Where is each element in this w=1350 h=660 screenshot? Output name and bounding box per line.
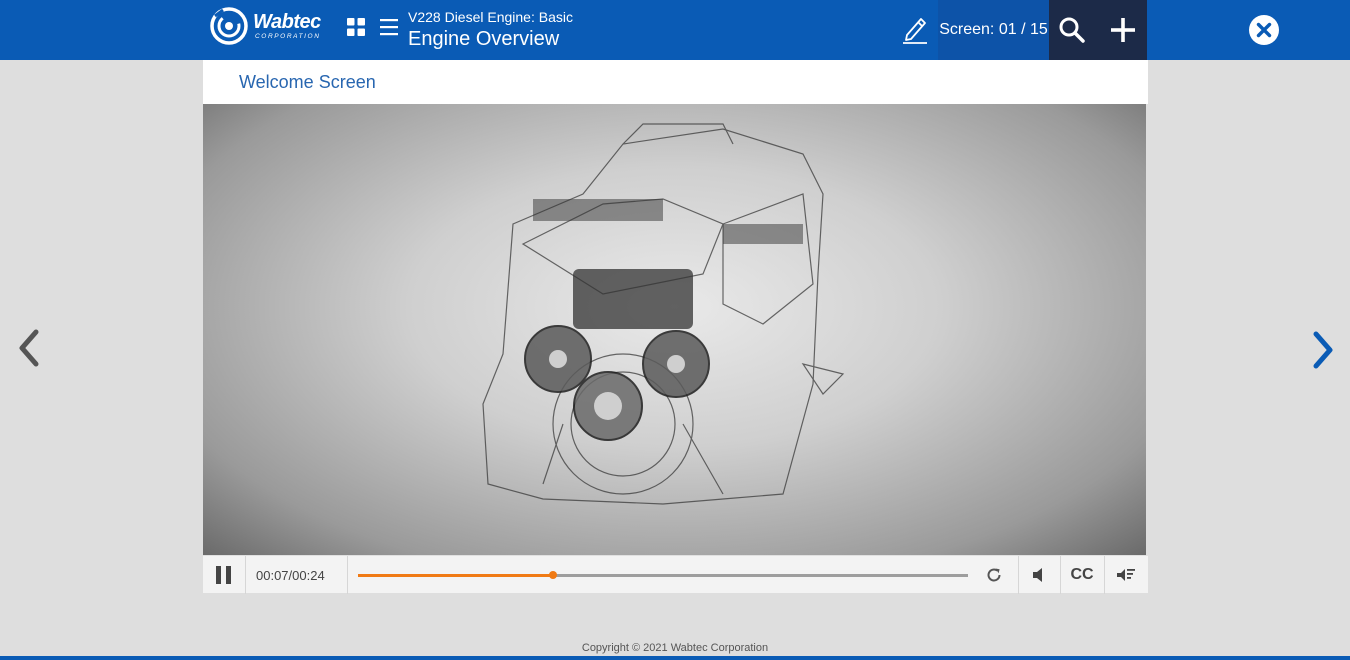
progress-bar[interactable] <box>358 571 968 579</box>
control-divider <box>245 556 246 594</box>
wabtec-logo-mark <box>210 7 248 45</box>
footer-bar <box>0 656 1350 660</box>
screen-title: Welcome Screen <box>239 72 376 92</box>
screen-header: Welcome Screen <box>203 60 1148 104</box>
grid-icon[interactable] <box>346 17 366 37</box>
pencil-icon[interactable] <box>900 12 930 46</box>
control-divider <box>1104 556 1105 594</box>
volume-button[interactable] <box>1023 556 1053 594</box>
audio-description-button[interactable] <box>1109 556 1143 594</box>
chevron-right-icon <box>1313 331 1333 369</box>
pause-button[interactable] <box>203 556 245 594</box>
previous-screen-button[interactable] <box>14 326 44 372</box>
duration: 00:24 <box>292 568 325 583</box>
plus-icon[interactable] <box>1106 13 1140 47</box>
brand-name: Wabtec <box>253 10 321 33</box>
app-header: Wabtec CORPORATION V228 Diesel Engine: B… <box>0 0 1350 60</box>
pause-icon <box>216 566 231 584</box>
current-time: 00:07 <box>256 568 289 583</box>
cc-button[interactable]: CC <box>1065 556 1099 594</box>
time-display: 00:07/00:24 <box>256 568 325 583</box>
module-title: Engine Overview <box>408 28 560 50</box>
control-divider <box>1060 556 1061 594</box>
next-screen-button[interactable] <box>1308 326 1338 372</box>
course-title: V228 Diesel Engine: Basic <box>408 9 573 25</box>
menu-icon[interactable] <box>378 16 400 38</box>
video-controls: 00:07/00:24 CC <box>203 555 1148 594</box>
control-divider <box>1018 556 1019 594</box>
wabtec-logo: Wabtec CORPORATION <box>209 5 334 47</box>
brand-sub: CORPORATION <box>255 32 321 40</box>
replay-icon <box>987 568 1001 582</box>
engine-video-frame <box>482 123 845 505</box>
search-icon[interactable] <box>1055 13 1089 47</box>
audio-description-icon <box>1117 569 1135 581</box>
close-icon[interactable] <box>1246 12 1282 48</box>
volume-icon <box>1033 568 1042 582</box>
progress-fill <box>358 574 554 577</box>
video-player[interactable] <box>203 104 1146 555</box>
chevron-left-icon <box>19 329 39 367</box>
control-divider <box>347 556 348 594</box>
progress-handle[interactable] <box>549 571 558 579</box>
screen-counter: Screen: 01 / 15 <box>938 0 1049 60</box>
replay-button[interactable] <box>979 556 1009 594</box>
copyright-text: Copyright © 2021 Wabtec Corporation <box>581 642 769 654</box>
